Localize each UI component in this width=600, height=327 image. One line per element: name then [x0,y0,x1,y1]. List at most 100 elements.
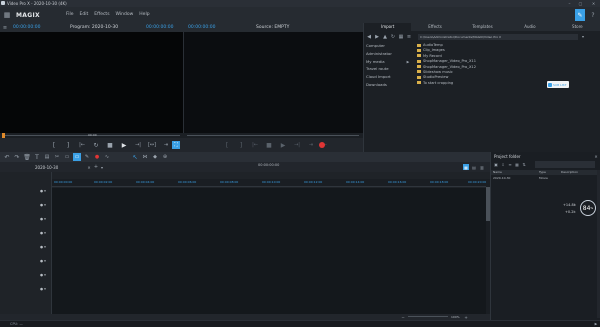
menu-help[interactable]: Help [139,12,149,17]
cut-icon[interactable]: ✂ [53,153,61,161]
track-header[interactable]: ● ▾ [40,217,46,221]
zoom-slider[interactable] [408,316,448,317]
tab-timeline[interactable]: 2020-10-30 [35,165,58,170]
tab-templates[interactable]: Templates [459,23,506,31]
track-header[interactable]: ● ▾ [40,245,46,249]
timeline-ruler[interactable]: 00:00:00:00 00:00:02:00 00:00:04:00 00:0… [52,179,486,187]
source-stop-icon[interactable]: ■ [265,141,273,149]
path-field[interactable]: C:\Users\Administrator\Documents\MAGIX\V… [418,33,578,40]
record-icon[interactable] [319,142,325,148]
new-folder-icon[interactable]: ▣ [493,161,499,167]
marker-icon[interactable]: ◆ [151,153,159,161]
sub-list-button[interactable]: SUB LIST [547,81,569,88]
mode-icon[interactable]: ▭ [63,153,71,161]
tab-effects[interactable]: Effects [411,23,458,31]
grid-view-icon[interactable]: ▦ [514,161,520,167]
view-icon[interactable]: ▦ [398,34,404,40]
project-search-input[interactable] [535,161,595,168]
source-insert-icon[interactable]: ⇥ [307,141,315,149]
undo-icon[interactable]: ↶ [3,153,11,161]
track-options-icon[interactable]: ▾ [44,273,46,277]
menu-edit[interactable]: Edit [80,12,89,17]
minimize-button[interactable]: – [565,0,574,7]
refresh-icon[interactable]: ↻ [390,34,396,40]
options-icon[interactable]: ≡ [406,34,412,40]
place-cloud-import[interactable]: Cloud Import [366,74,414,79]
group-icon[interactable]: ▤ [43,153,51,161]
wave-icon[interactable]: ∿ [103,153,111,161]
track-header[interactable]: ● ▾ [40,287,46,291]
help-icon[interactable]: ? [588,9,598,21]
view-mode-3-icon[interactable]: ▥ [479,164,485,170]
place-travel-route[interactable]: Travel route [366,66,414,71]
fullscreen-icon[interactable]: ⛶ [172,141,180,149]
monitor-menu-icon[interactable]: ≡ [2,24,8,31]
tab-audio[interactable]: Audio [506,23,553,31]
sort-icon[interactable]: ⇅ [521,161,527,167]
source-mark-out-icon[interactable]: ] [237,141,245,149]
timeline-tab-close[interactable]: ✕ [86,164,92,170]
track-solo-icon[interactable]: ● [40,245,43,249]
expand-arrow-icon[interactable]: ▶ [406,60,410,64]
track-options-icon[interactable]: ▾ [44,231,46,235]
play-icon[interactable]: ▶ [120,141,128,149]
mouse-mode-icon[interactable]: ↖ [131,153,139,161]
back-icon[interactable]: ◀ [366,34,372,40]
draw-icon[interactable]: ✎ [83,153,91,161]
prev-marker-icon[interactable]: |← [78,141,86,149]
track-header[interactable]: ● ▾ [40,273,46,277]
list-item[interactable]: ShopManager_Video_Pro_X11 [417,59,537,63]
track-solo-icon[interactable]: ● [40,189,43,193]
path-dropdown-icon[interactable]: ▾ [580,34,586,40]
tab-dropdown-icon[interactable]: ▾ [99,164,105,170]
mark-in-icon[interactable]: [ [50,141,58,149]
track-area[interactable] [52,188,486,314]
menu-window[interactable]: Window [116,12,134,17]
place-administrator[interactable]: Administrator [366,51,414,56]
import-icon[interactable]: ⇩ [500,161,506,167]
menu-grid-icon[interactable]: ▦ [2,10,12,20]
insert-mode-icon[interactable]: ▭ [73,153,81,161]
track-header[interactable]: ● ▾ [40,189,46,193]
track-options-icon[interactable]: ▾ [44,203,46,207]
track-options-icon[interactable]: ▾ [44,189,46,193]
forward-icon[interactable]: ▶ [374,34,380,40]
track-options-icon[interactable]: ▾ [44,287,46,291]
loop-icon[interactable]: ↻ [92,141,100,149]
track-options-icon[interactable]: ▾ [44,217,46,221]
list-item[interactable]: Clip_Images [417,48,537,52]
list-view-icon[interactable]: ≡ [507,161,513,167]
list-item[interactable]: AudioTemp [417,43,537,47]
track-solo-icon[interactable]: ● [40,287,43,291]
export-icon[interactable]: ⇥ [162,141,170,149]
view-mode-1-icon[interactable]: ▦ [463,164,469,170]
redo-icon[interactable]: ↷ [13,153,21,161]
list-item[interactable]: Slideshow music [417,70,537,74]
track-solo-icon[interactable]: ● [40,273,43,277]
tab-import[interactable]: Import [364,23,412,31]
maximize-button[interactable]: ▢ [576,0,585,7]
source-play-icon[interactable]: ▶ [279,141,287,149]
track-options-icon[interactable]: ▾ [44,245,46,249]
column-name[interactable]: Name [491,170,539,175]
track-header[interactable]: ● ▾ [40,259,46,263]
source-monitor-screen[interactable] [183,32,363,133]
mark-range-icon[interactable]: [↔] [148,141,156,149]
track-solo-icon[interactable]: ● [40,259,43,263]
program-monitor-screen[interactable] [0,32,183,133]
color-icon[interactable]: ● [93,153,101,161]
column-description[interactable]: Description [561,170,597,175]
source-prev-icon[interactable]: |← [251,141,259,149]
list-item[interactable]: ShopManager_Video_Pro_X12 [417,65,537,69]
place-downloads[interactable]: Downloads [366,82,414,87]
next-marker-icon[interactable]: →| [134,141,142,149]
status-scroll-right[interactable]: ▶ [593,321,599,327]
text-icon[interactable]: T [33,153,41,161]
tab-store[interactable]: Store [554,23,600,31]
menu-file[interactable]: File [66,12,74,17]
column-type[interactable]: Type [539,170,561,175]
source-mark-in-icon[interactable]: [ [223,141,231,149]
up-folder-icon[interactable]: ▲ [382,34,388,40]
track-options-icon[interactable]: ▾ [44,259,46,263]
menu-effects[interactable]: Effects [94,12,109,17]
